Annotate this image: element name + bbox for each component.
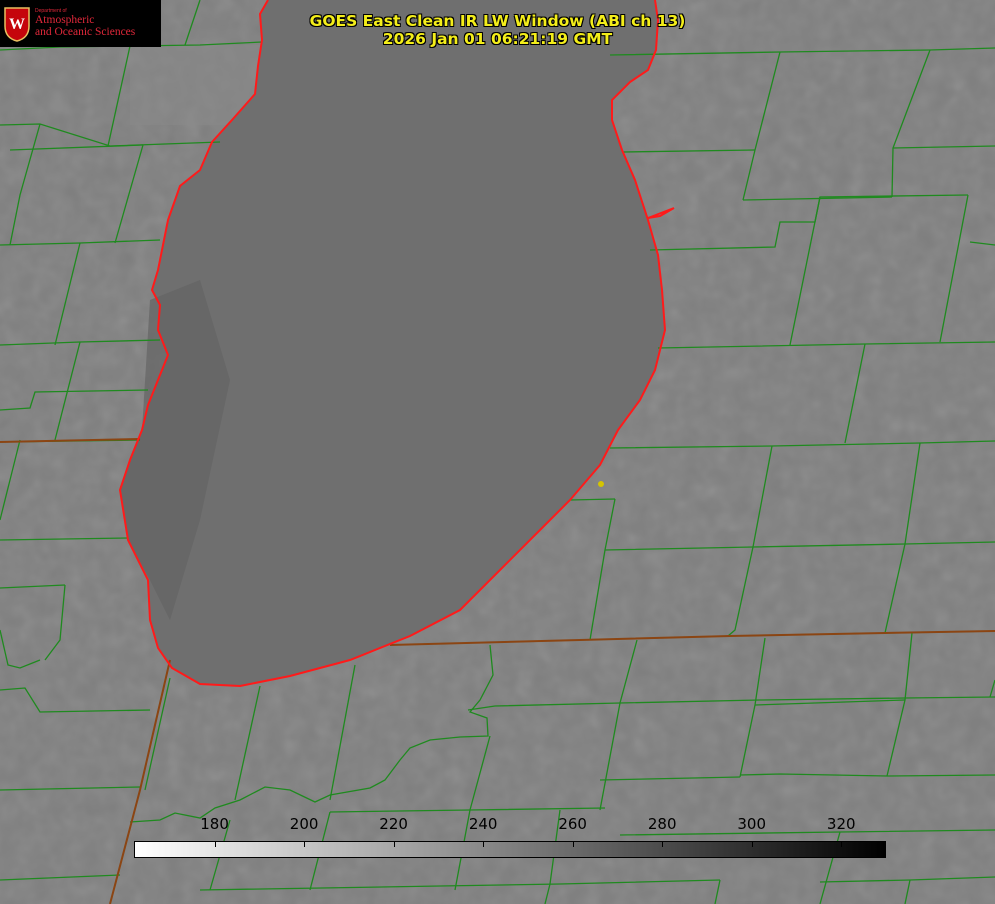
colorbar-tick-label: 260 [558, 815, 587, 833]
colorbar-tick-label: 220 [379, 815, 408, 833]
colorbar-tick [483, 842, 485, 847]
image-title: GOES East Clean IR LW Window (ABI ch 13) [309, 12, 686, 30]
image-timestamp: 2026 Jan 01 06:21:19 GMT [382, 30, 613, 48]
satellite-map [0, 0, 995, 904]
colorbar-tick [214, 842, 216, 847]
colorbar-tick-label: 240 [468, 815, 498, 833]
colorbar-tick [304, 842, 306, 847]
colorbar-tick [662, 842, 664, 847]
colorbar-tick [393, 842, 395, 847]
colorbar-tick-label: 300 [737, 815, 767, 833]
colorbar-tick-label: 320 [826, 815, 856, 833]
colorbar-tick-label: 280 [647, 815, 677, 833]
colorbar-tick-label: 200 [289, 815, 319, 833]
station-marker [598, 481, 604, 487]
colorbar-tick [841, 842, 843, 847]
colorbar-tick [751, 842, 753, 847]
colorbar-labels: 180 200 220 240 260 280 300 320 [0, 815, 995, 835]
colorbar-tick-label: 180 [200, 815, 229, 833]
colorbar-tick [572, 842, 574, 847]
colorbar [134, 841, 886, 858]
